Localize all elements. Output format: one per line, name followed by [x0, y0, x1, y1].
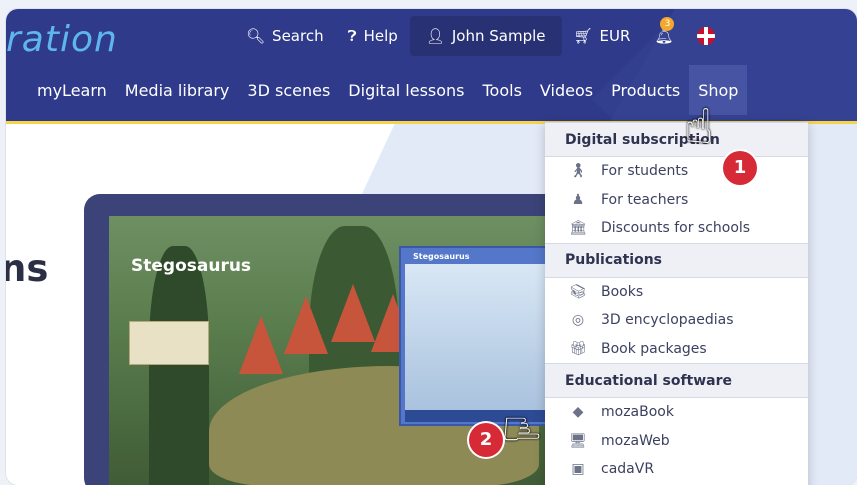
header: ration 🔍︎ Search ❓︎ Help 👤︎ John Sample … [6, 9, 857, 124]
diamond-icon: ◆ [572, 404, 584, 421]
notifications-button[interactable]: 🔔︎ 3 [642, 16, 685, 56]
menu-item-label: Books [601, 283, 644, 300]
language-button[interactable] [685, 16, 727, 56]
nav-mylearn[interactable]: myLearn [28, 65, 116, 115]
menu-item-books[interactable]: 📚︎ Books [545, 278, 808, 307]
3d-viewer-panel[interactable]: Stegosaurus [399, 246, 553, 426]
dinosaur-plate [239, 316, 283, 374]
menu-item-book-packages[interactable]: 🎁︎ Book packages [545, 335, 808, 364]
device-screen: Stegosaurus Stegosaurus [109, 216, 579, 485]
page-heading: ns [6, 247, 49, 290]
dinosaur-plate [284, 296, 328, 354]
info-box [129, 321, 209, 365]
menu-item-label: Book packages [601, 340, 707, 357]
user-icon: 👤︎ [425, 27, 445, 45]
person-walking-icon: 🚶︎ [569, 163, 587, 180]
currency-label: EUR [599, 27, 631, 45]
menu-item-mozabook[interactable]: ◆ mozaBook [545, 398, 808, 427]
dinosaur-plate [331, 284, 375, 342]
section-publications: Publications [545, 242, 808, 278]
teacher-icon: ♟ [571, 191, 585, 208]
lesson-title: Stegosaurus [131, 256, 252, 276]
menu-item-mozaweb[interactable]: 🖥︎ mozaWeb [545, 427, 808, 456]
menu-item-label: cadaVR [601, 461, 655, 478]
lesson-text-block [131, 283, 251, 317]
monitor-icon: 🖥︎ [569, 432, 587, 449]
nav-media-library[interactable]: Media library [116, 65, 239, 115]
menu-item-label: For students [601, 163, 689, 180]
help-button[interactable]: ❓︎ Help [336, 16, 410, 56]
nav-3d-scenes[interactable]: 3D scenes [238, 65, 339, 115]
nav-tools[interactable]: Tools [474, 65, 531, 115]
menu-item-discounts-for-schools[interactable]: 🏛︎ Discounts for schools [545, 214, 808, 243]
menu-item-3d-encyclopaedias[interactable]: ◎ 3D encyclopaedias [545, 306, 808, 335]
search-label: Search [272, 27, 324, 45]
menu-item-label: Discounts for schools [601, 220, 751, 237]
main-nav: myLearn Media library 3D scenes Digital … [28, 65, 748, 115]
tree-illustration [149, 246, 209, 485]
3d-viewer-title: Stegosaurus [413, 252, 470, 261]
search-icon: 🔍︎ [246, 27, 266, 45]
menu-item-for-teachers[interactable]: ♟ For teachers [545, 186, 808, 215]
cart-icon: 🛒︎ [573, 27, 593, 45]
help-icon: ❓︎ [347, 27, 357, 45]
school-building-icon: 🏛︎ [569, 220, 587, 237]
nav-videos[interactable]: Videos [531, 65, 602, 115]
shop-dropdown-menu: Digital subscription 🚶︎ For students ♟ F… [545, 122, 808, 485]
notification-badge: 3 [660, 17, 675, 31]
vr-headset-icon: ▣ [571, 461, 585, 478]
3d-icon: ◎ [571, 312, 585, 329]
books-icon: 📚︎ [569, 283, 587, 300]
search-button[interactable]: 🔍︎ Search [234, 16, 336, 56]
user-name: John Sample [451, 27, 546, 45]
nav-digital-lessons[interactable]: Digital lessons [339, 65, 473, 115]
user-menu-button[interactable]: 👤︎ John Sample [409, 16, 562, 56]
bell-icon: 🔔︎ 3 [654, 17, 675, 45]
pointing-hand-icon: ☝ [684, 99, 714, 155]
menu-item-label: 3D encyclopaedias [601, 312, 734, 329]
app-window: ration 🔍︎ Search ❓︎ Help 👤︎ John Sample … [6, 9, 857, 485]
menu-item-label: mozaBook [601, 404, 674, 421]
section-educational-software: Educational software [545, 363, 808, 398]
nav-products[interactable]: Products [602, 65, 689, 115]
menu-item-for-students[interactable]: 🚶︎ For students [545, 157, 808, 186]
top-bar: 🔍︎ Search ❓︎ Help 👤︎ John Sample 🛒︎ EUR … [234, 15, 727, 57]
menu-item-label: mozaWeb [601, 432, 670, 449]
gift-icon: 🎁︎ [569, 340, 587, 357]
menu-item-cadavr[interactable]: ▣ cadaVR [545, 455, 808, 484]
logo[interactable]: ration [6, 19, 118, 60]
step-marker-1: 1 [723, 151, 757, 185]
uk-flag-icon [697, 27, 716, 45]
step-marker-2: 2 [469, 423, 503, 457]
currency-button[interactable]: 🛒︎ EUR [562, 16, 643, 56]
help-label: Help [363, 27, 398, 45]
3d-skeleton-view[interactable] [405, 264, 547, 410]
section-digital-subscription: Digital subscription [545, 122, 808, 157]
menu-item-label: For teachers [601, 191, 689, 208]
